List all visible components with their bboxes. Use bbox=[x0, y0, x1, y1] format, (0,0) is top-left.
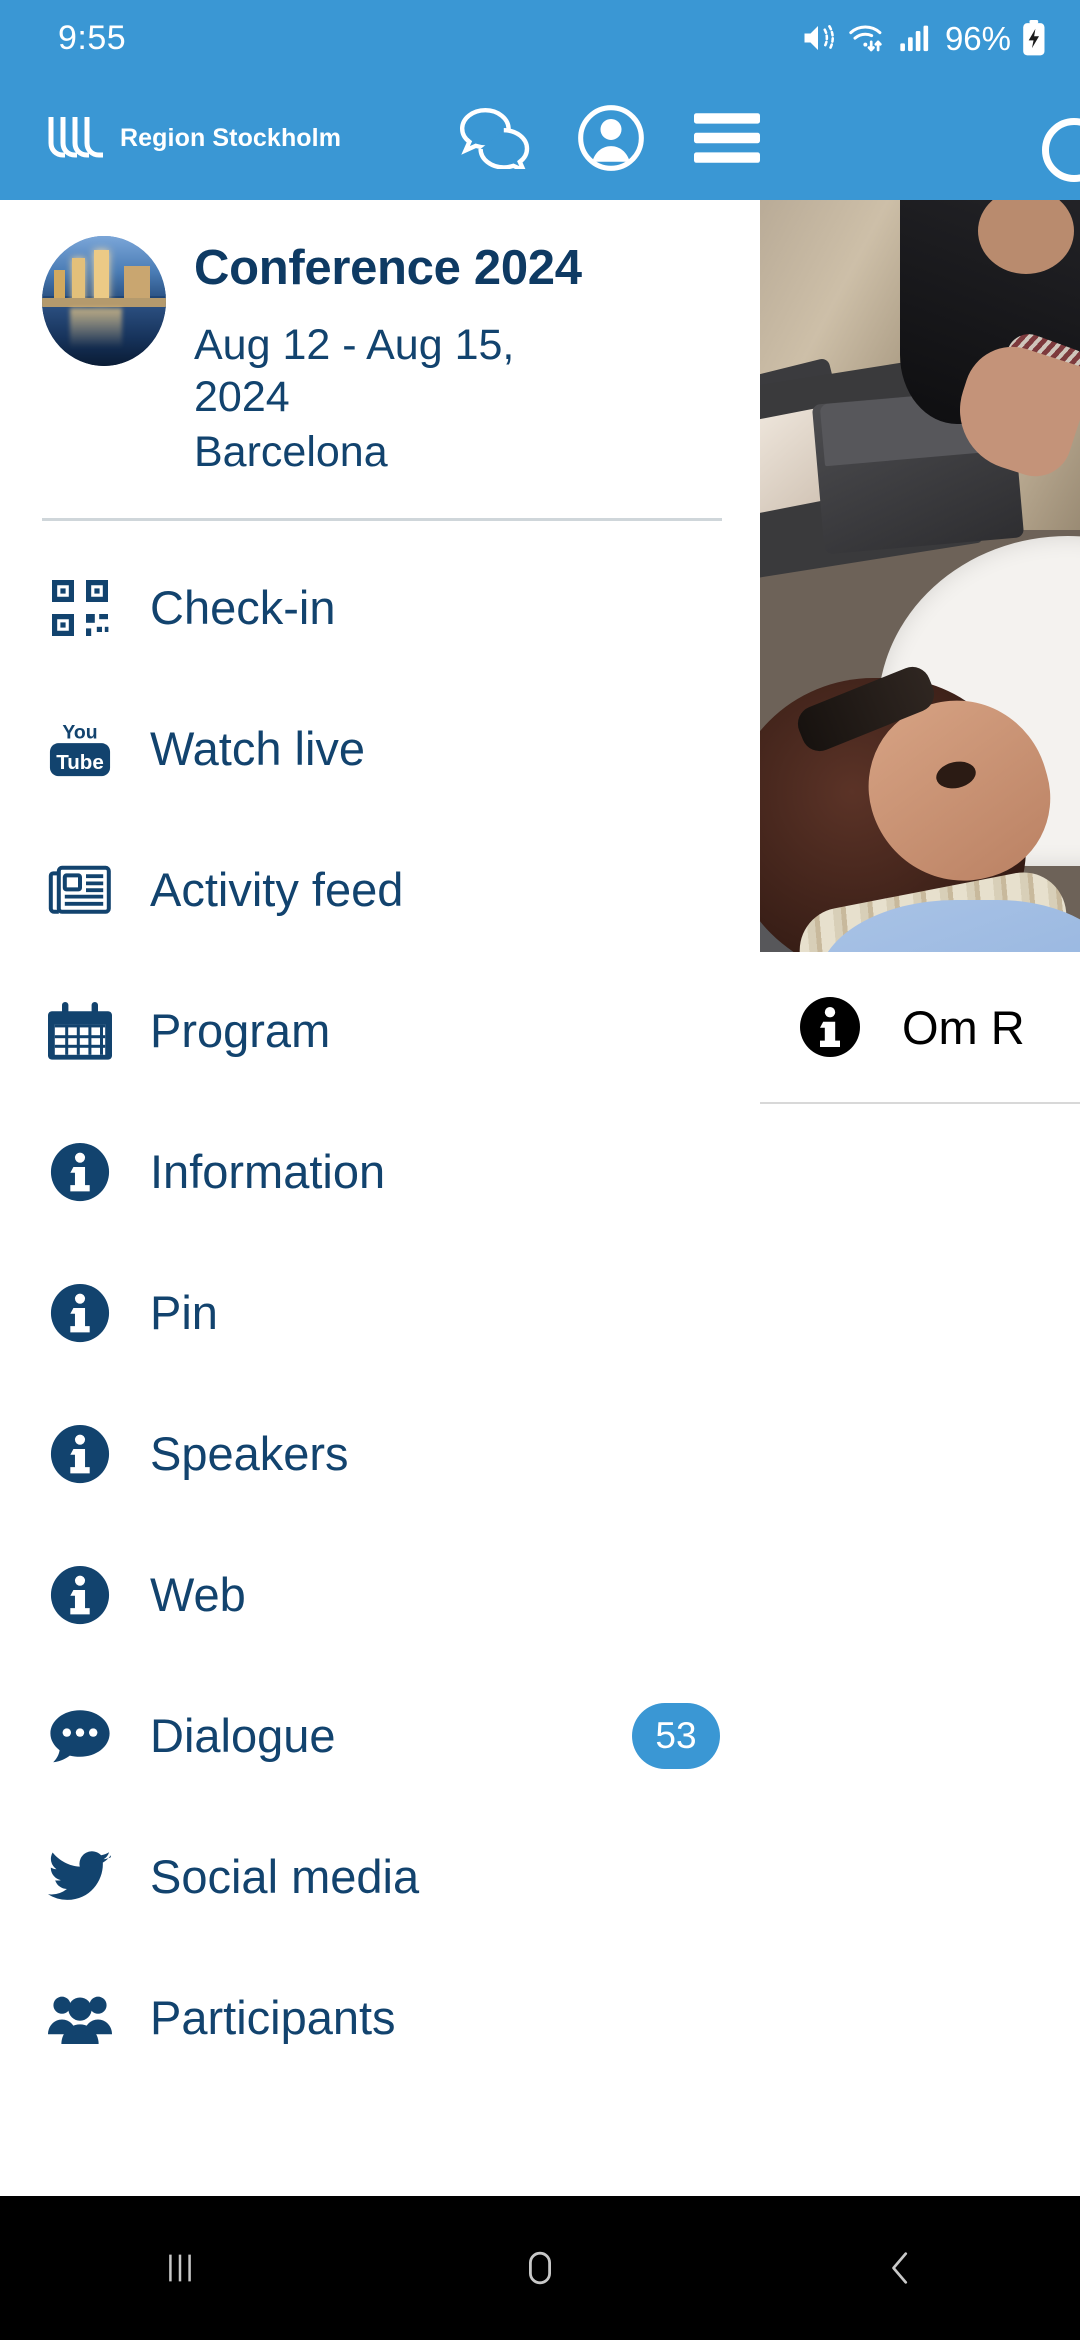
youtube-icon: You Tube bbox=[48, 717, 112, 781]
app-header: Region Stockholm bbox=[0, 76, 1080, 200]
drawer-menu-item-label: Dialogue bbox=[150, 1709, 336, 1763]
drawer-menu-item-social-media[interactable]: Social media bbox=[0, 1806, 760, 1947]
info-circle-icon bbox=[48, 1281, 112, 1345]
drawer-menu-item-label: Information bbox=[150, 1145, 386, 1199]
drawer-menu-item-dialogue[interactable]: Dialogue 53 bbox=[0, 1665, 760, 1806]
info-circle-icon bbox=[48, 1422, 112, 1486]
drawer-menu-item-label: Program bbox=[150, 1004, 331, 1058]
region-stockholm-logo-icon bbox=[44, 115, 106, 161]
profile-icon bbox=[576, 103, 646, 173]
phone-screen: 9:55 96% Region Stockholm Om R Conferenc… bbox=[0, 0, 1080, 2340]
qr-code-icon bbox=[48, 576, 112, 640]
battery-charging-icon bbox=[1022, 20, 1046, 56]
brand-name: Region Stockholm bbox=[120, 123, 342, 152]
info-circle-icon bbox=[48, 1563, 112, 1627]
twitter-bird-icon bbox=[48, 1845, 112, 1909]
drawer-menu-item-activity-feed[interactable]: Activity feed bbox=[0, 819, 760, 960]
header-actions bbox=[437, 76, 785, 200]
battery-percentage: 96% bbox=[944, 19, 1011, 57]
chat-icon bbox=[459, 107, 531, 169]
back-button[interactable] bbox=[795, 2196, 1005, 2340]
recents-button[interactable] bbox=[75, 2196, 285, 2340]
conference-avatar bbox=[42, 236, 166, 366]
profile-button[interactable] bbox=[553, 76, 669, 200]
drawer-menu-item-badge: 53 bbox=[632, 1702, 720, 1769]
status-bar: 9:55 96% bbox=[0, 0, 1080, 76]
conference-text: Conference 2024 Aug 12 - Aug 15, 2024 Ba… bbox=[194, 236, 584, 478]
drawer-menu-item-pin[interactable]: Pin bbox=[0, 1242, 760, 1383]
background-list-item[interactable]: Om R bbox=[760, 952, 1080, 1104]
drawer-menu-item-label: Activity feed bbox=[150, 863, 404, 917]
drawer-menu-item-program[interactable]: Program bbox=[0, 960, 760, 1101]
svg-text:Tube: Tube bbox=[56, 751, 104, 774]
back-chevron-icon bbox=[877, 2245, 923, 2291]
drawer-menu-item-label: Social media bbox=[150, 1850, 420, 1904]
drawer-menu-item-label: Pin bbox=[150, 1286, 218, 1340]
drawer-menu: Check-in You Tube Watch live Activity fe… bbox=[0, 521, 760, 2088]
conference-city: Barcelona bbox=[194, 427, 388, 476]
cellular-signal-icon bbox=[898, 21, 932, 55]
newspaper-icon bbox=[48, 858, 112, 922]
drawer-menu-item-web[interactable]: Web bbox=[0, 1524, 760, 1665]
status-icons: 96% bbox=[800, 20, 1046, 56]
drawer-menu-item-speakers[interactable]: Speakers bbox=[0, 1383, 760, 1524]
background-list-item-label: Om R bbox=[902, 1000, 1025, 1054]
drawer-menu-item-label: Participants bbox=[150, 1991, 396, 2045]
navigation-drawer: Conference 2024 Aug 12 - Aug 15, 2024 Ba… bbox=[0, 200, 760, 2190]
conference-title: Conference 2024 bbox=[194, 241, 582, 295]
hamburger-menu-button[interactable] bbox=[669, 76, 785, 200]
drawer-menu-item-information[interactable]: Information bbox=[0, 1101, 760, 1242]
event-attendees-photo bbox=[760, 200, 1080, 952]
mute-icon bbox=[800, 20, 836, 56]
drawer-menu-item-label: Check-in bbox=[150, 581, 336, 635]
chat-bubble-icon bbox=[48, 1704, 112, 1768]
conference-header[interactable]: Conference 2024 Aug 12 - Aug 15, 2024 Ba… bbox=[0, 200, 760, 478]
info-circle-icon bbox=[48, 1140, 112, 1204]
drawer-menu-item-watch-live[interactable]: You Tube Watch live bbox=[0, 678, 760, 819]
info-circle-black-icon bbox=[798, 995, 862, 1059]
status-clock: 9:55 bbox=[58, 19, 127, 57]
hamburger-menu-icon bbox=[694, 112, 761, 164]
home-icon bbox=[516, 2244, 564, 2292]
chat-button[interactable] bbox=[437, 76, 553, 200]
recents-icon bbox=[157, 2245, 203, 2291]
conference-dates: Aug 12 - Aug 15, 2024 bbox=[194, 320, 515, 422]
people-group-icon bbox=[48, 1986, 112, 2050]
background-page: Om R bbox=[760, 200, 1080, 2190]
home-button[interactable] bbox=[435, 2196, 645, 2340]
drawer-menu-item-label: Web bbox=[150, 1568, 246, 1622]
android-navigation-bar bbox=[0, 2196, 1080, 2340]
svg-text:You: You bbox=[62, 721, 97, 743]
calendar-icon bbox=[48, 999, 112, 1063]
drawer-menu-item-label: Watch live bbox=[150, 722, 366, 776]
brand[interactable]: Region Stockholm bbox=[44, 115, 341, 161]
header-edge-circle-icon bbox=[1042, 118, 1080, 182]
drawer-menu-item-check-in[interactable]: Check-in bbox=[0, 537, 760, 678]
wifi-icon bbox=[847, 20, 887, 56]
drawer-menu-item-participants[interactable]: Participants bbox=[0, 1947, 760, 2088]
drawer-menu-item-label: Speakers bbox=[150, 1427, 349, 1481]
